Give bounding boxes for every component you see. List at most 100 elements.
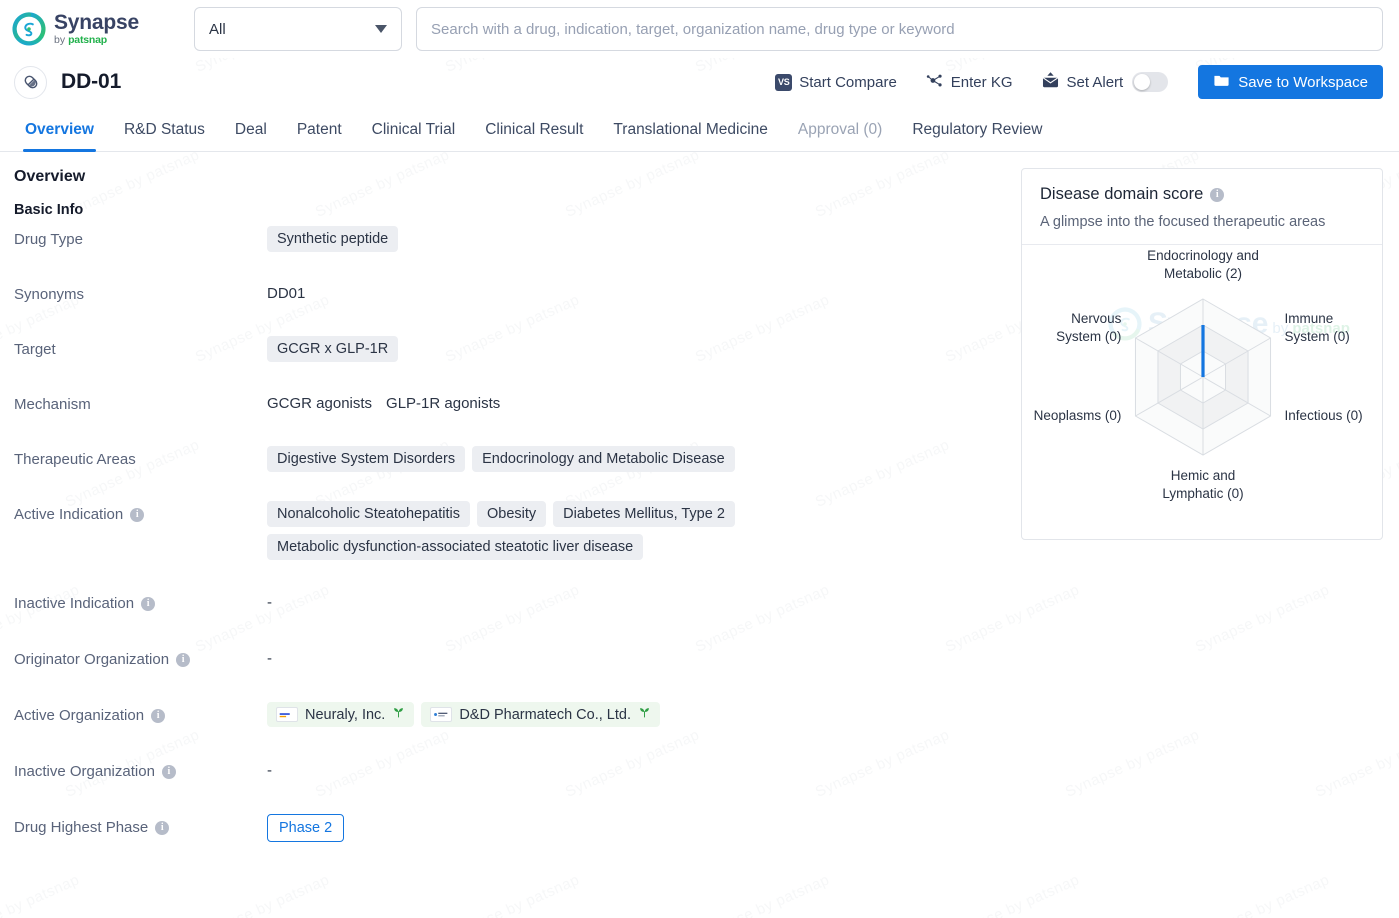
header-actions: VS Start Compare Enter KG Set Alert Save… xyxy=(761,65,1383,99)
text-mechanism-0: GCGR agonists xyxy=(267,395,373,412)
chip-drug-type[interactable]: Synthetic peptide xyxy=(267,226,399,252)
value-target: GCGR x GLP-1R xyxy=(267,336,997,362)
search-input[interactable] xyxy=(416,7,1383,51)
text-originator-organization: - xyxy=(267,650,272,667)
brand-name: Synapse xyxy=(54,11,139,35)
row-target: Target GCGR x GLP-1R xyxy=(14,336,997,370)
info-icon[interactable]: i xyxy=(155,820,170,835)
text-inactive-indication: - xyxy=(267,594,272,611)
score-card-header: Disease domain score i A glimpse into th… xyxy=(1022,169,1382,245)
chip-active-indication[interactable]: Obesity xyxy=(476,501,547,527)
chevron-down-icon xyxy=(375,25,387,33)
label-inactive-organization-text: Inactive Organization xyxy=(14,763,155,780)
search-scope-select[interactable]: All xyxy=(194,7,402,51)
info-icon[interactable]: i xyxy=(130,507,145,522)
start-compare-button[interactable]: VS Start Compare xyxy=(761,65,911,99)
text-mechanism-1: GLP-1R agonists xyxy=(386,395,501,412)
enter-kg-button[interactable]: Enter KG xyxy=(911,65,1027,99)
set-alert-button[interactable]: Set Alert xyxy=(1027,65,1183,99)
top-search-bar: Synapse by patsnap All xyxy=(0,0,1399,58)
info-icon[interactable]: i xyxy=(151,708,166,723)
synapse-logo-icon xyxy=(12,12,46,46)
brand-by: by xyxy=(54,34,66,47)
value-active-organization: Neuraly, Inc. D&D Pharmatech Co., Ltd. xyxy=(267,702,997,727)
row-originator-organization: Originator Organization i - xyxy=(14,646,997,680)
main-content: Overview Basic Info Drug Type Synthetic … xyxy=(0,152,1399,869)
value-inactive-indication: - xyxy=(267,590,997,611)
right-sidebar: Disease domain score i A glimpse into th… xyxy=(1021,168,1383,869)
radar-chart: Synapse by patsnap Endocrinology andMeta… xyxy=(1022,245,1382,539)
tab-clinical-result[interactable]: Clinical Result xyxy=(470,121,598,151)
value-active-indication: Nonalcoholic Steatohepatitis Obesity Dia… xyxy=(267,501,767,560)
info-icon[interactable]: i xyxy=(161,764,176,779)
row-synonyms: Synonyms DD01 xyxy=(14,281,997,315)
score-card-title: Disease domain score i xyxy=(1040,185,1364,204)
vs-icon: VS xyxy=(775,73,793,91)
disease-domain-score-card: Disease domain score i A glimpse into th… xyxy=(1021,168,1383,540)
row-therapeutic-areas: Therapeutic Areas Digestive System Disor… xyxy=(14,446,997,480)
knowledge-graph-icon xyxy=(925,71,944,94)
label-drug-type: Drug Type xyxy=(14,226,267,248)
save-to-workspace-label: Save to Workspace xyxy=(1238,73,1368,91)
row-active-organization: Active Organization i Neuraly, Inc. D&D … xyxy=(14,702,997,736)
radar-chart-svg: Endocrinology and Metabolic (2) Immune Syst… xyxy=(1034,248,1363,501)
search-scope-value: All xyxy=(209,20,226,38)
score-card-subtitle: A glimpse into the focused therapeutic a… xyxy=(1040,214,1326,230)
company-logo-icon xyxy=(276,707,298,722)
brand-logo[interactable]: Synapse by patsnap xyxy=(12,12,180,46)
chip-active-organization[interactable]: D&D Pharmatech Co., Ltd. xyxy=(421,702,660,727)
row-inactive-indication: Inactive Indication i - xyxy=(14,590,997,624)
row-drug-type: Drug Type Synthetic peptide xyxy=(14,226,997,260)
radar-axis-label: Immune xyxy=(1285,311,1334,326)
chip-active-indication[interactable]: Diabetes Mellitus, Type 2 xyxy=(553,501,735,527)
brand-company: patsnap xyxy=(68,34,107,47)
chip-therapeutic-area[interactable]: Digestive System Disorders xyxy=(267,446,466,472)
chip-target[interactable]: GCGR x GLP-1R xyxy=(267,336,399,362)
tab-approval-0[interactable]: Approval (0) xyxy=(783,121,897,151)
info-icon[interactable]: i xyxy=(176,652,191,667)
radar-axis-label: Endocrinology and xyxy=(1147,248,1259,263)
brand-subtitle: by patsnap xyxy=(54,35,139,46)
watermark-text: Synapse by patsnap xyxy=(942,871,1083,918)
value-mechanism: GCGR agonists GLP-1R agonists xyxy=(267,391,997,412)
chip-active-organization[interactable]: Neuraly, Inc. xyxy=(267,702,415,727)
radar-axis-label: System (0) xyxy=(1056,329,1121,344)
radar-axis-label: Neoplasms (0) xyxy=(1034,408,1122,423)
label-active-organization: Active Organization i xyxy=(14,702,267,724)
tab-translational-medicine[interactable]: Translational Medicine xyxy=(598,121,783,151)
tab-regulatory-review[interactable]: Regulatory Review xyxy=(897,121,1057,151)
label-target: Target xyxy=(14,336,267,358)
tab-clinical-trial[interactable]: Clinical Trial xyxy=(357,121,471,151)
label-inactive-indication-text: Inactive Indication xyxy=(14,595,135,612)
label-drug-highest-phase: Drug Highest Phase i xyxy=(14,814,267,836)
radar-axis-label: Hemic and xyxy=(1171,468,1236,483)
chip-active-organization-name: D&D Pharmatech Co., Ltd. xyxy=(459,706,631,723)
label-mechanism: Mechanism xyxy=(14,391,267,413)
drug-header: DD-01 VS Start Compare Enter KG Set Aler… xyxy=(0,58,1399,106)
label-inactive-indication: Inactive Indication i xyxy=(14,590,267,612)
info-icon[interactable]: i xyxy=(141,596,156,611)
set-alert-toggle[interactable] xyxy=(1132,72,1169,92)
label-inactive-organization: Inactive Organization i xyxy=(14,758,267,780)
tab-r-d-status[interactable]: R&D Status xyxy=(109,121,220,151)
enter-kg-label: Enter KG xyxy=(950,73,1013,91)
chip-therapeutic-area[interactable]: Endocrinology and Metabolic Disease xyxy=(472,446,735,472)
score-card-title-text: Disease domain score xyxy=(1040,185,1204,203)
text-synonyms: DD01 xyxy=(267,285,306,302)
set-alert-label: Set Alert xyxy=(1066,73,1124,91)
value-inactive-organization: - xyxy=(267,758,997,779)
label-originator-organization-text: Originator Organization xyxy=(14,651,170,668)
chip-active-indication[interactable]: Nonalcoholic Steatohepatitis xyxy=(267,501,470,527)
chip-active-indication[interactable]: Metabolic dysfunction-associated steatot… xyxy=(267,534,644,560)
folder-icon xyxy=(1213,72,1230,93)
label-synonyms: Synonyms xyxy=(14,281,267,303)
tab-patent[interactable]: Patent xyxy=(282,121,357,151)
label-therapeutic-areas-text: Therapeutic Areas xyxy=(14,451,136,468)
watermark-text: Synapse by patsnap xyxy=(442,871,583,918)
tab-deal[interactable]: Deal xyxy=(220,121,282,151)
status-badge[interactable]: Phase 2 xyxy=(267,814,345,842)
tab-overview[interactable]: Overview xyxy=(10,121,109,152)
search-field-wrapper xyxy=(416,7,1383,51)
save-to-workspace-button[interactable]: Save to Workspace xyxy=(1198,65,1383,99)
info-icon[interactable]: i xyxy=(1210,187,1225,202)
